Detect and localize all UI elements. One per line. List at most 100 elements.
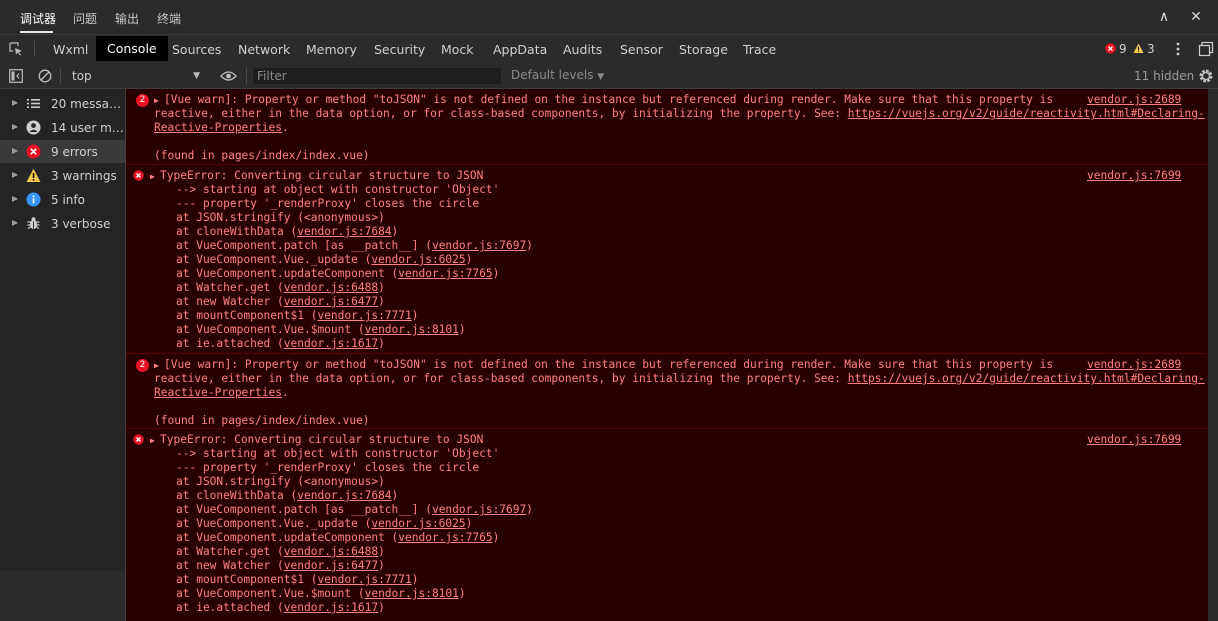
console-message-warn[interactable]: 2 ▶ [Vue warn]: Property or method "toJS… <box>126 353 1206 429</box>
source-link[interactable]: vendor.js:7699 <box>1087 433 1181 446</box>
console-toolbar: top ▼ Default levels ▼ 11 hidden <box>0 64 1218 89</box>
stack-frame-text: ) <box>378 281 385 294</box>
stack-frame-text: at VueComponent.Vue._update ( <box>176 517 372 530</box>
stack-frame-text: ) <box>458 587 466 600</box>
stack-source-link[interactable]: vendor.js:6488 <box>284 281 378 294</box>
tab-debugger[interactable]: 调试器 <box>20 10 56 27</box>
stack-frame-text: at mountComponent$1 ( <box>176 309 318 322</box>
tab-output[interactable]: 输出 <box>115 10 139 27</box>
docs-link[interactable]: Reactive-Properties <box>154 386 282 399</box>
source-link[interactable]: vendor.js:7699 <box>1087 169 1181 182</box>
sidebar-item-messages[interactable]: ▶ 20 messages <box>0 92 125 115</box>
stack-source-link[interactable]: vendor.js:7771 <box>317 309 411 322</box>
tab-security[interactable]: Security <box>374 42 425 57</box>
stack-frame-text: at mountComponent$1 ( <box>176 573 318 586</box>
stack-frame-text: ) <box>458 323 466 336</box>
stack-line: at JSON.stringify (<anonymous>) <box>176 475 385 488</box>
expand-arrow-icon[interactable]: ▶ <box>12 218 18 227</box>
stack-frame-text: at ie.attached ( <box>176 337 284 350</box>
docs-link[interactable]: Reactive-Properties <box>154 121 282 134</box>
more-options-icon[interactable] <box>1172 42 1184 56</box>
console-message-error[interactable]: ▶ TypeError: Converting circular structu… <box>126 428 1206 621</box>
stack-source-link[interactable]: vendor.js:7771 <box>317 573 411 586</box>
repeat-count-badge: 2 <box>136 94 149 107</box>
clear-console-icon[interactable] <box>38 69 52 83</box>
stack-source-link[interactable]: vendor.js:6477 <box>284 559 378 572</box>
stack-source-link[interactable]: vendor.js:1617 <box>284 337 378 350</box>
stack-frame: at cloneWithData (vendor.js:7684) <box>176 225 398 238</box>
console-sidebar: ▶ 20 messages ▶ 14 user messages ▶ 9 err… <box>0 89 126 621</box>
collapse-panel-icon[interactable]: ∧ <box>1156 9 1172 25</box>
tab-sources[interactable]: Sources <box>172 42 221 57</box>
message-text: reactive, either in the data option, or … <box>154 107 848 120</box>
console-message-error[interactable]: ▶ TypeError: Converting circular structu… <box>126 164 1206 354</box>
divider <box>60 68 61 84</box>
stack-source-link[interactable]: vendor.js:7684 <box>297 489 391 502</box>
expand-arrow-icon[interactable]: ▶ <box>12 122 18 131</box>
sidebar-item-errors[interactable]: ▶ 9 errors <box>0 140 125 163</box>
sidebar-item-user-messages[interactable]: ▶ 14 user messages <box>0 116 125 139</box>
inspect-element-icon[interactable] <box>9 42 23 56</box>
message-text: [Vue warn]: Property or method "toJSON" … <box>164 93 1054 106</box>
sidebar-item-info[interactable]: ▶ 5 info <box>0 188 125 211</box>
filter-input[interactable] <box>252 67 502 85</box>
tab-network[interactable]: Network <box>238 42 290 57</box>
stack-frame-text: at VueComponent.Vue.$mount ( <box>176 323 365 336</box>
source-link[interactable]: vendor.js:2689 <box>1087 93 1181 106</box>
stack-source-link[interactable]: vendor.js:6025 <box>371 517 465 530</box>
stack-source-link[interactable]: vendor.js:6488 <box>284 545 378 558</box>
tab-terminal[interactable]: 终端 <box>157 10 181 27</box>
stack-source-link[interactable]: vendor.js:7684 <box>297 225 391 238</box>
console-settings-gear-icon[interactable] <box>1198 68 1214 84</box>
sidebar-item-warnings[interactable]: ▶ 3 warnings <box>0 164 125 187</box>
expand-arrow-icon[interactable]: ▶ <box>150 172 155 181</box>
toggle-sidebar-icon[interactable] <box>9 69 23 83</box>
stack-frame-text: at Watcher.get ( <box>176 281 284 294</box>
expand-arrow-icon[interactable]: ▶ <box>154 361 159 370</box>
stack-frame-text: at new Watcher ( <box>176 295 284 308</box>
message-line: reactive, either in the data option, or … <box>154 107 1205 120</box>
source-link[interactable]: vendor.js:2689 <box>1087 358 1181 371</box>
stack-source-link[interactable]: vendor.js:7697 <box>432 239 526 252</box>
dock-icon[interactable] <box>1198 41 1214 57</box>
tab-storage[interactable]: Storage <box>679 42 728 57</box>
close-panel-icon[interactable]: ✕ <box>1188 9 1204 25</box>
tab-mock[interactable]: Mock <box>441 42 474 57</box>
stack-source-link[interactable]: vendor.js:8101 <box>365 323 459 336</box>
stack-source-link[interactable]: vendor.js:8101 <box>365 587 459 600</box>
tab-console[interactable]: Console <box>96 36 168 61</box>
tab-appdata[interactable]: AppData <box>493 42 547 57</box>
expand-arrow-icon[interactable]: ▶ <box>150 436 155 445</box>
context-selector[interactable]: top ▼ <box>64 67 204 85</box>
stack-source-link[interactable]: vendor.js:7697 <box>432 503 526 516</box>
stack-source-link[interactable]: vendor.js:6477 <box>284 295 378 308</box>
stack-frame: at Watcher.get (vendor.js:6488) <box>176 545 385 558</box>
tab-wxml[interactable]: Wxml <box>53 42 88 57</box>
console-scrollbar[interactable] <box>1208 89 1218 621</box>
expand-arrow-icon[interactable]: ▶ <box>12 170 18 179</box>
stack-source-link[interactable]: vendor.js:1617 <box>284 601 378 614</box>
bug-icon <box>27 217 40 230</box>
docs-link[interactable]: https://vuejs.org/v2/guide/reactivity.ht… <box>848 107 1205 120</box>
eye-icon[interactable] <box>220 70 237 82</box>
stack-source-link[interactable]: vendor.js:7765 <box>398 531 492 544</box>
stack-frame-text: at VueComponent.Vue._update ( <box>176 253 372 266</box>
tab-memory[interactable]: Memory <box>306 42 357 57</box>
stack-source-link[interactable]: vendor.js:7765 <box>398 267 492 280</box>
log-levels-dropdown[interactable]: Default levels ▼ <box>511 68 604 82</box>
expand-arrow-icon[interactable]: ▶ <box>12 98 18 107</box>
sidebar-item-verbose[interactable]: ▶ 3 verbose <box>0 212 125 235</box>
expand-arrow-icon[interactable]: ▶ <box>12 146 18 155</box>
stack-frame: at new Watcher (vendor.js:6477) <box>176 559 385 572</box>
tab-trace[interactable]: Trace <box>743 42 776 57</box>
expand-arrow-icon[interactable]: ▶ <box>12 194 18 203</box>
repeat-count-badge: 2 <box>136 359 149 372</box>
message-text: TypeError: Converting circular structure… <box>160 169 484 182</box>
expand-arrow-icon[interactable]: ▶ <box>154 96 159 105</box>
tab-sensor[interactable]: Sensor <box>620 42 663 57</box>
docs-link[interactable]: https://vuejs.org/v2/guide/reactivity.ht… <box>848 372 1205 385</box>
tab-problems[interactable]: 问题 <box>73 10 97 27</box>
tab-audits[interactable]: Audits <box>563 42 602 57</box>
stack-source-link[interactable]: vendor.js:6025 <box>371 253 465 266</box>
console-message-warn[interactable]: 2 ▶ [Vue warn]: Property or method "toJS… <box>126 89 1206 164</box>
